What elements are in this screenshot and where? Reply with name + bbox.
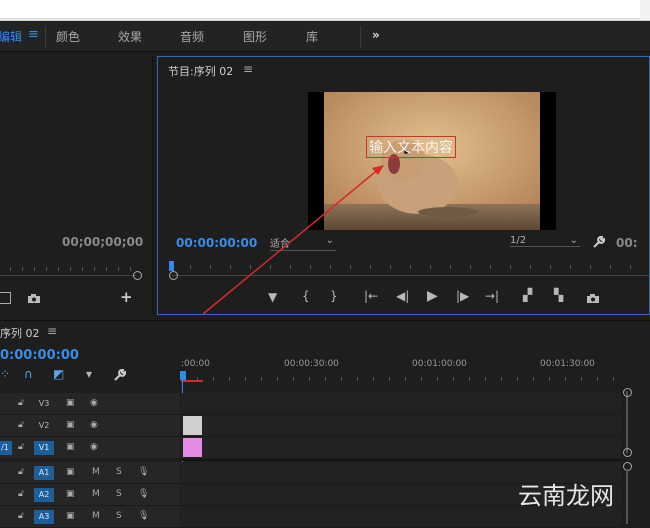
- watermark: 云南龙网: [518, 476, 614, 511]
- annotation-arrow: [202, 165, 384, 315]
- watermark-text: 云南龙网: [518, 482, 614, 510]
